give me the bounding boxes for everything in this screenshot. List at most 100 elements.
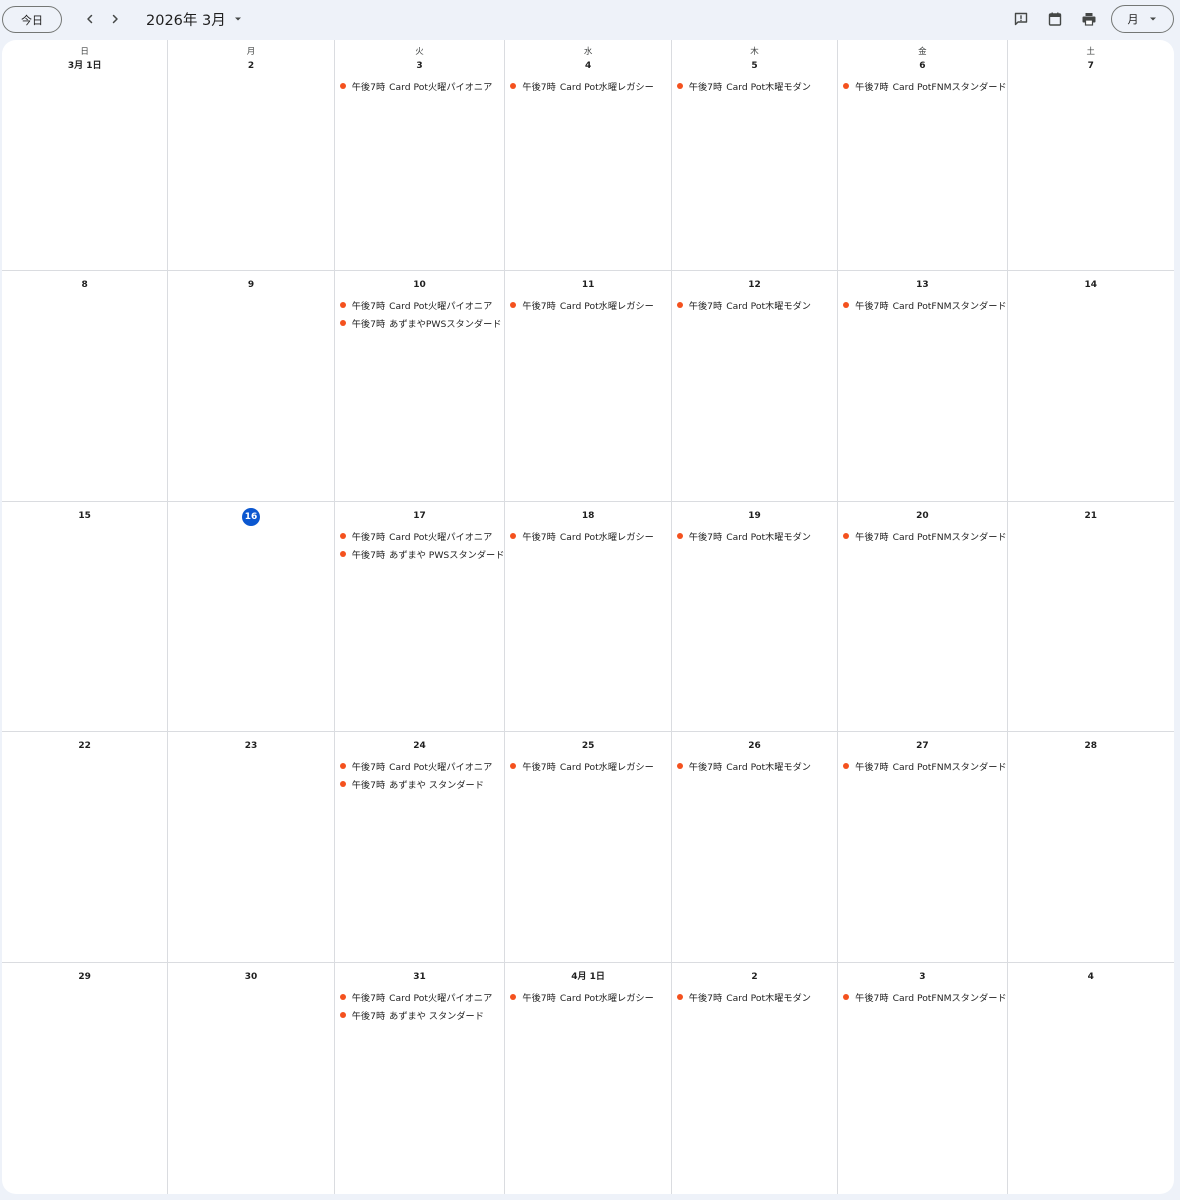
date-number[interactable]: 26 bbox=[748, 738, 761, 754]
today-button[interactable]: 今日 bbox=[2, 6, 62, 33]
day-cell[interactable]: 25 午後7時 Card Pot水曜レガシー bbox=[505, 732, 672, 964]
event-chip[interactable]: 午後7時 Card Pot木曜モダン bbox=[672, 296, 837, 314]
date-number[interactable]: 23 bbox=[245, 738, 258, 754]
event-chip[interactable]: 午後7時 あずまや PWSスタンダード bbox=[335, 545, 504, 563]
date-number[interactable]: 8 bbox=[82, 277, 88, 293]
today-date-number[interactable]: 16 bbox=[242, 507, 261, 526]
day-cell[interactable]: 26 午後7時 Card Pot木曜モダン bbox=[671, 732, 839, 964]
day-cell[interactable]: 9 bbox=[168, 270, 335, 502]
date-number[interactable]: 15 bbox=[78, 508, 91, 524]
day-cell[interactable]: 水 4 午後7時 Card Pot水曜レガシー bbox=[505, 40, 672, 271]
next-month-button[interactable] bbox=[104, 8, 126, 30]
day-cell[interactable]: 14 bbox=[1007, 271, 1174, 502]
date-number[interactable]: 19 bbox=[748, 508, 761, 524]
date-number[interactable]: 7 bbox=[1088, 58, 1094, 74]
view-switcher-button[interactable]: 月 bbox=[1111, 5, 1174, 33]
day-cell[interactable]: 火 3 午後7時 Card Pot火曜パイオニア bbox=[334, 40, 506, 271]
date-number[interactable]: 29 bbox=[78, 969, 91, 985]
date-number[interactable]: 4 bbox=[1088, 969, 1094, 985]
day-cell[interactable]: 20 午後7時 Card PotFNMスタンダード bbox=[838, 501, 1008, 733]
day-cell[interactable]: 3 午後7時 Card PotFNMスタンダード bbox=[838, 963, 1008, 1194]
date-number[interactable]: 11 bbox=[582, 277, 595, 293]
date-number[interactable]: 13 bbox=[916, 277, 929, 293]
date-number[interactable]: 3 bbox=[919, 969, 925, 985]
date-number[interactable]: 10 bbox=[413, 277, 426, 293]
calendar-view-button[interactable] bbox=[1045, 9, 1065, 29]
event-chip[interactable]: 午後7時 Card PotFNMスタンダード bbox=[838, 757, 1007, 775]
date-number[interactable]: 27 bbox=[916, 738, 929, 754]
previous-month-button[interactable] bbox=[79, 8, 101, 30]
date-number[interactable]: 3 bbox=[416, 58, 422, 74]
day-cell[interactable]: 4 bbox=[1008, 963, 1174, 1194]
date-number[interactable]: 31 bbox=[413, 969, 426, 985]
event-chip[interactable]: 午後7時 あずまや スタンダード bbox=[335, 1006, 505, 1024]
day-cell[interactable]: 10 午後7時 Card Pot火曜パイオニア 午後7時 あずまやPWSスタンダード bbox=[334, 270, 506, 502]
date-number[interactable]: 22 bbox=[78, 738, 91, 754]
event-chip[interactable]: 午後7時 Card Pot木曜モダン bbox=[672, 77, 837, 95]
event-chip[interactable]: 午後7時 Card Pot木曜モダン bbox=[672, 988, 837, 1006]
day-cell[interactable]: 13 午後7時 Card PotFNMスタンダード bbox=[838, 270, 1008, 502]
date-number[interactable]: 2 bbox=[751, 969, 757, 985]
event-chip[interactable]: 午後7時 Card Pot火曜パイオニア bbox=[335, 757, 505, 775]
day-cell[interactable]: 30 bbox=[168, 963, 335, 1194]
day-cell[interactable]: 土7 bbox=[1007, 40, 1174, 271]
day-cell[interactable]: 19 午後7時 Card Pot木曜モダン bbox=[671, 501, 839, 733]
date-number[interactable]: 14 bbox=[1085, 277, 1098, 293]
day-cell[interactable]: 8 bbox=[2, 270, 169, 502]
day-cell[interactable]: 28 bbox=[1007, 732, 1174, 964]
date-number[interactable]: 12 bbox=[748, 277, 761, 293]
day-cell[interactable]: 21 bbox=[1007, 502, 1174, 733]
event-chip[interactable]: 午後7時 Card Pot水曜レガシー bbox=[505, 77, 670, 95]
event-chip[interactable]: 午後7時 Card Pot水曜レガシー bbox=[505, 988, 670, 1006]
event-chip[interactable]: 午後7時 Card Pot水曜レガシー bbox=[505, 757, 670, 775]
print-button[interactable] bbox=[1079, 9, 1099, 29]
date-number[interactable]: 4月 1日 bbox=[571, 969, 605, 985]
day-cell[interactable]: 金 6 午後7時 Card PotFNMスタンダード bbox=[838, 40, 1008, 271]
date-number[interactable]: 20 bbox=[916, 508, 929, 524]
event-chip[interactable]: 午後7時 Card Pot火曜パイオニア bbox=[335, 527, 505, 545]
day-cell[interactable]: 月2 bbox=[168, 40, 335, 271]
event-chip[interactable]: 午後7時 Card Pot火曜パイオニア bbox=[335, 296, 505, 314]
event-chip[interactable]: 午後7時 Card PotFNMスタンダード bbox=[838, 77, 1007, 95]
event-chip[interactable]: 午後7時 Card Pot水曜レガシー bbox=[505, 296, 670, 314]
date-number[interactable]: 6 bbox=[919, 58, 925, 74]
day-cell[interactable]: 11 午後7時 Card Pot水曜レガシー bbox=[505, 270, 672, 502]
date-number[interactable]: 25 bbox=[582, 738, 595, 754]
date-number[interactable]: 2 bbox=[248, 58, 254, 74]
event-chip[interactable]: 午後7時 Card PotFNMスタンダード bbox=[838, 988, 1007, 1006]
date-number[interactable]: 24 bbox=[413, 738, 426, 754]
date-number[interactable]: 28 bbox=[1085, 738, 1098, 754]
day-cell[interactable]: 日 3月 1日 bbox=[2, 40, 169, 271]
event-chip[interactable]: 午後7時 Card Pot火曜パイオニア bbox=[335, 77, 505, 95]
date-number[interactable]: 4 bbox=[585, 58, 591, 74]
date-number[interactable]: 18 bbox=[582, 508, 595, 524]
day-cell[interactable]: 29 bbox=[2, 963, 169, 1194]
date-number[interactable]: 21 bbox=[1085, 508, 1098, 524]
event-chip[interactable]: 午後7時 Card Pot火曜パイオニア bbox=[335, 988, 505, 1006]
date-number[interactable]: 17 bbox=[413, 508, 426, 524]
day-cell[interactable]: 17 午後7時 Card Pot火曜パイオニア 午後7時 あずまや PWSスタンダード bbox=[334, 501, 506, 733]
day-cell[interactable]: 15 bbox=[2, 501, 169, 733]
date-number[interactable]: 3月 1日 bbox=[68, 58, 102, 74]
day-cell[interactable]: 12 午後7時 Card Pot木曜モダン bbox=[671, 270, 839, 502]
event-chip[interactable]: 午後7時 Card Pot水曜レガシー bbox=[505, 527, 670, 545]
date-number[interactable]: 9 bbox=[248, 277, 254, 293]
day-cell[interactable]: 16 bbox=[168, 501, 335, 733]
day-cell[interactable]: 22 bbox=[2, 732, 169, 964]
event-chip[interactable]: 午後7時 Card PotFNMスタンダード bbox=[838, 296, 1007, 314]
day-cell[interactable]: 木 5 午後7時 Card Pot木曜モダン bbox=[671, 40, 839, 271]
day-cell[interactable]: 31 午後7時 Card Pot火曜パイオニア 午後7時 あずまや スタンダード bbox=[335, 963, 506, 1194]
day-cell[interactable]: 23 bbox=[168, 732, 335, 964]
event-chip[interactable]: 午後7時 Card PotFNMスタンダード bbox=[838, 527, 1007, 545]
event-chip[interactable]: 午後7時 あずまやPWSスタンダード bbox=[335, 314, 505, 332]
event-chip[interactable]: 午後7時 あずまや スタンダード bbox=[335, 775, 505, 793]
day-cell[interactable]: 27 午後7時 Card PotFNMスタンダード bbox=[838, 732, 1008, 964]
month-picker-button[interactable]: 2026年 3月 bbox=[146, 8, 244, 30]
day-cell[interactable]: 2 午後7時 Card Pot木曜モダン bbox=[672, 963, 839, 1194]
event-chip[interactable]: 午後7時 Card Pot木曜モダン bbox=[672, 757, 837, 775]
date-number[interactable]: 30 bbox=[245, 969, 258, 985]
feedback-button[interactable] bbox=[1011, 9, 1031, 29]
day-cell[interactable]: 24 午後7時 Card Pot火曜パイオニア 午後7時 あずまや スタンダード bbox=[334, 732, 506, 964]
day-cell[interactable]: 4月 1日午後7時 Card Pot水曜レガシー bbox=[505, 963, 672, 1194]
day-cell[interactable]: 18 午後7時 Card Pot水曜レガシー bbox=[505, 501, 672, 733]
